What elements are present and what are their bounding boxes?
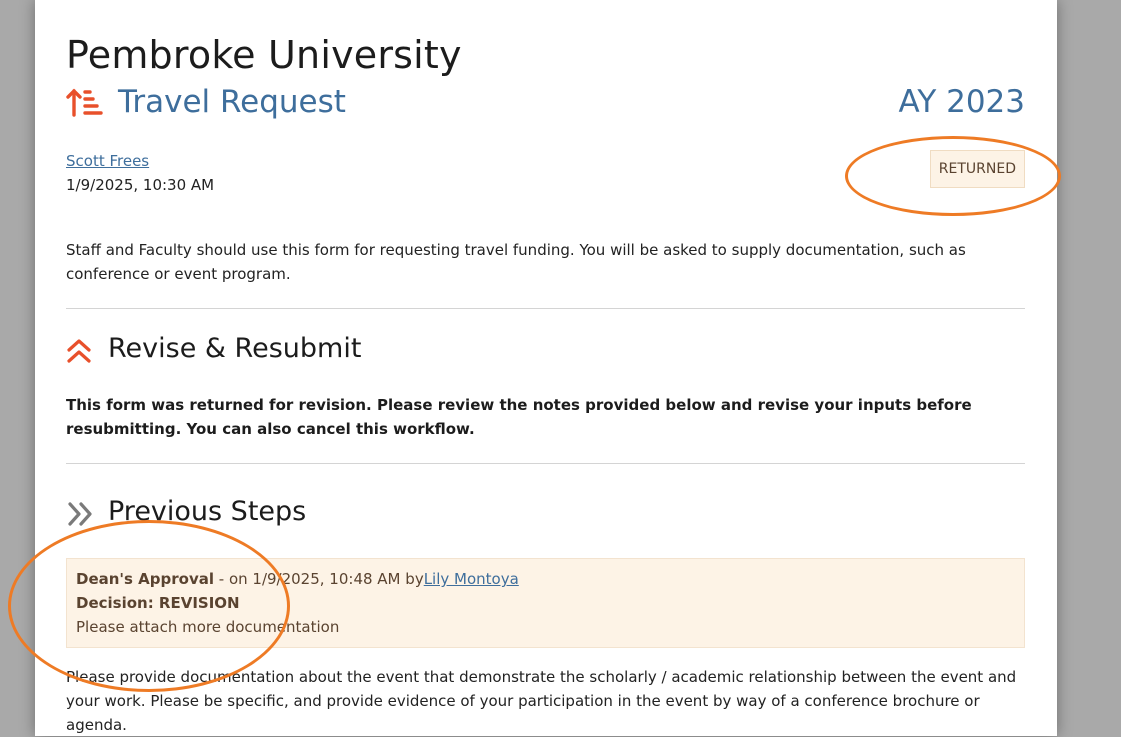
- step-by-text: by: [405, 570, 424, 588]
- step-name: Dean's Approval: [76, 570, 214, 588]
- step-card: Dean's Approval - on 1/9/2025, 10:48 AM …: [66, 558, 1025, 648]
- double-chevron-right-icon: [66, 500, 94, 532]
- intro-text: Staff and Faculty should use this form f…: [66, 241, 966, 283]
- revise-message: This form was returned for revision. Ple…: [66, 396, 972, 438]
- university-name: Pembroke University: [66, 33, 462, 77]
- previous-steps-header: Previous Steps: [66, 496, 1025, 532]
- step-date: - on 1/9/2025, 10:48 AM: [214, 570, 401, 588]
- step-decision: Decision: REVISION: [76, 594, 240, 612]
- step-user-link[interactable]: Lily Montoya: [424, 570, 519, 588]
- step-note: Please attach more documentation: [76, 618, 340, 636]
- form-title: Travel Request: [118, 84, 346, 120]
- submission-datetime: 1/9/2025, 10:30 AM: [66, 176, 215, 194]
- revise-section-title: Revise & Resubmit: [108, 333, 362, 364]
- sort-ascending-icon: [66, 88, 104, 122]
- status-badge: RETURNED: [929, 150, 1025, 188]
- divider: [66, 463, 1025, 464]
- academic-year: AY 2023: [898, 84, 1025, 120]
- double-chevron-up-icon: [66, 337, 92, 369]
- form-page: Pembroke University Travel Request AY 20…: [35, 0, 1057, 736]
- documentation-info: Please provide documentation about the e…: [66, 668, 1017, 734]
- divider: [66, 308, 1025, 309]
- revise-section-header: Revise & Resubmit: [66, 333, 1025, 369]
- previous-steps-title: Previous Steps: [108, 496, 307, 527]
- author-link[interactable]: Scott Frees: [66, 152, 149, 170]
- title-row: Travel Request AY 2023: [66, 84, 1025, 124]
- step-header: Dean's Approval - on 1/9/2025, 10:48 AM …: [76, 570, 519, 588]
